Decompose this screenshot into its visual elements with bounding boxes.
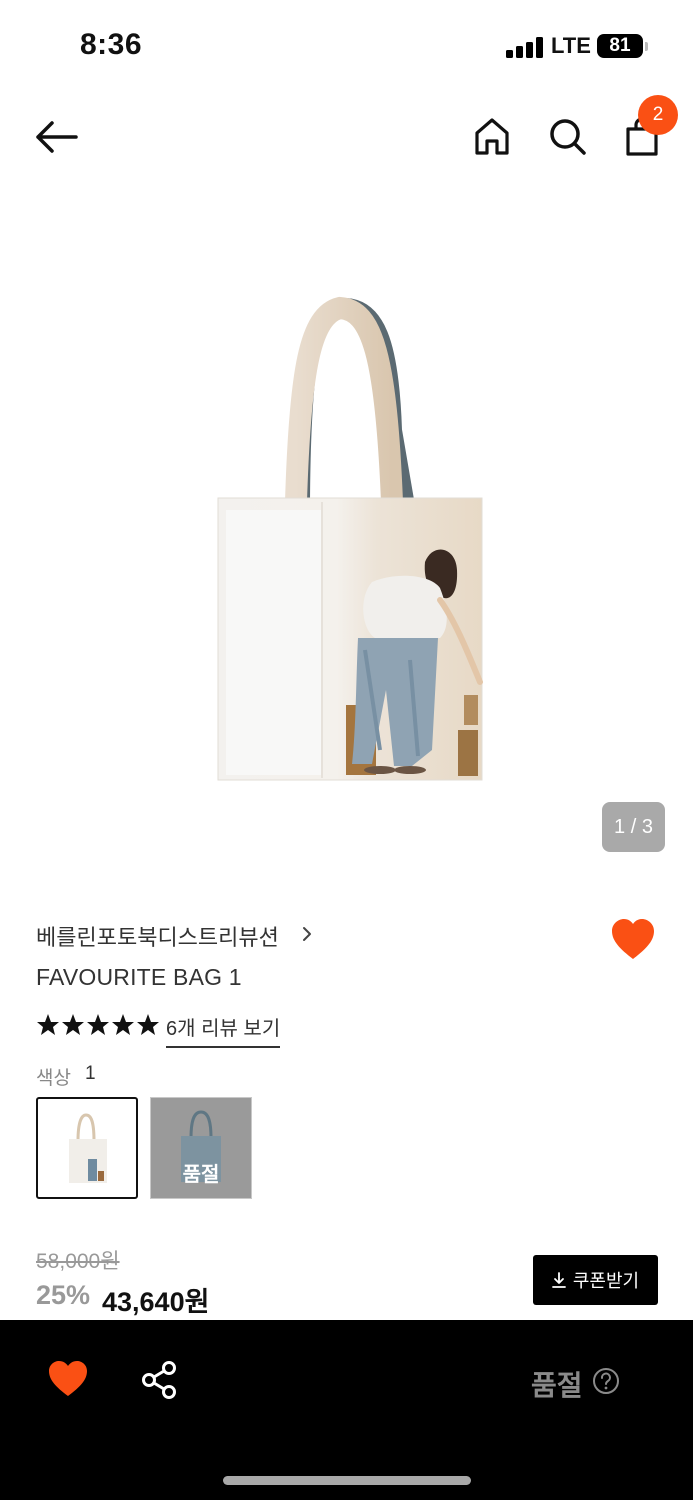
bottom-action-bar: 품절 — [0, 1320, 693, 1500]
brand-link[interactable]: 베를린포토북디스트리뷰션 — [36, 920, 279, 952]
status-bar: 8:36 LTE 81 — [0, 0, 693, 90]
rating-stars — [37, 1014, 159, 1035]
color-swatch-2-soldout[interactable]: 품절 — [150, 1097, 252, 1199]
download-icon — [551, 1272, 566, 1288]
signal-strength-icon — [506, 36, 544, 58]
chevron-right-icon[interactable] — [300, 925, 314, 943]
star-icon — [112, 1014, 134, 1035]
star-icon — [62, 1014, 84, 1035]
soldout-status: 품절 — [531, 1370, 583, 1401]
star-icon — [137, 1014, 159, 1035]
star-icon — [87, 1014, 109, 1035]
star-icon — [37, 1014, 59, 1035]
home-indicator — [223, 1476, 471, 1485]
color-option-value: 1 — [85, 1063, 96, 1084]
cart-count-badge[interactable]: 2 — [638, 95, 678, 135]
battery-cap — [645, 42, 648, 51]
color-swatch-1[interactable] — [36, 1097, 138, 1199]
image-page-indicator: 1 / 3 — [602, 802, 665, 852]
product-image[interactable] — [0, 190, 693, 890]
color-option-label: 색상 — [36, 1068, 71, 1089]
product-name: FAVOURITE BAG 1 — [36, 964, 242, 990]
discount-rate: 25% — [36, 1280, 91, 1310]
back-arrow-icon[interactable] — [32, 117, 80, 157]
sale-price: 43,640원 — [102, 1287, 210, 1317]
soldout-overlay-label: 품절 — [182, 1164, 220, 1186]
heart-icon[interactable] — [610, 918, 656, 962]
status-time: 8:36 — [80, 28, 143, 61]
coupon-button[interactable]: 쿠폰받기 — [533, 1255, 658, 1305]
reviews-link[interactable]: 6개 리뷰 보기 — [166, 1012, 281, 1048]
heart-icon[interactable] — [47, 1360, 89, 1398]
swatch-thumbnail — [69, 1113, 107, 1183]
share-icon[interactable] — [140, 1360, 178, 1400]
original-price: 58,000원 — [36, 1250, 120, 1273]
network-type: LTE — [551, 33, 591, 58]
coupon-button-label: 쿠폰받기 — [572, 1271, 640, 1291]
battery-level: 81 — [609, 35, 631, 56]
home-icon[interactable] — [472, 115, 512, 157]
help-icon[interactable] — [592, 1367, 620, 1395]
battery-icon: 81 — [597, 34, 643, 58]
top-nav — [0, 95, 693, 185]
search-icon[interactable] — [546, 115, 588, 157]
